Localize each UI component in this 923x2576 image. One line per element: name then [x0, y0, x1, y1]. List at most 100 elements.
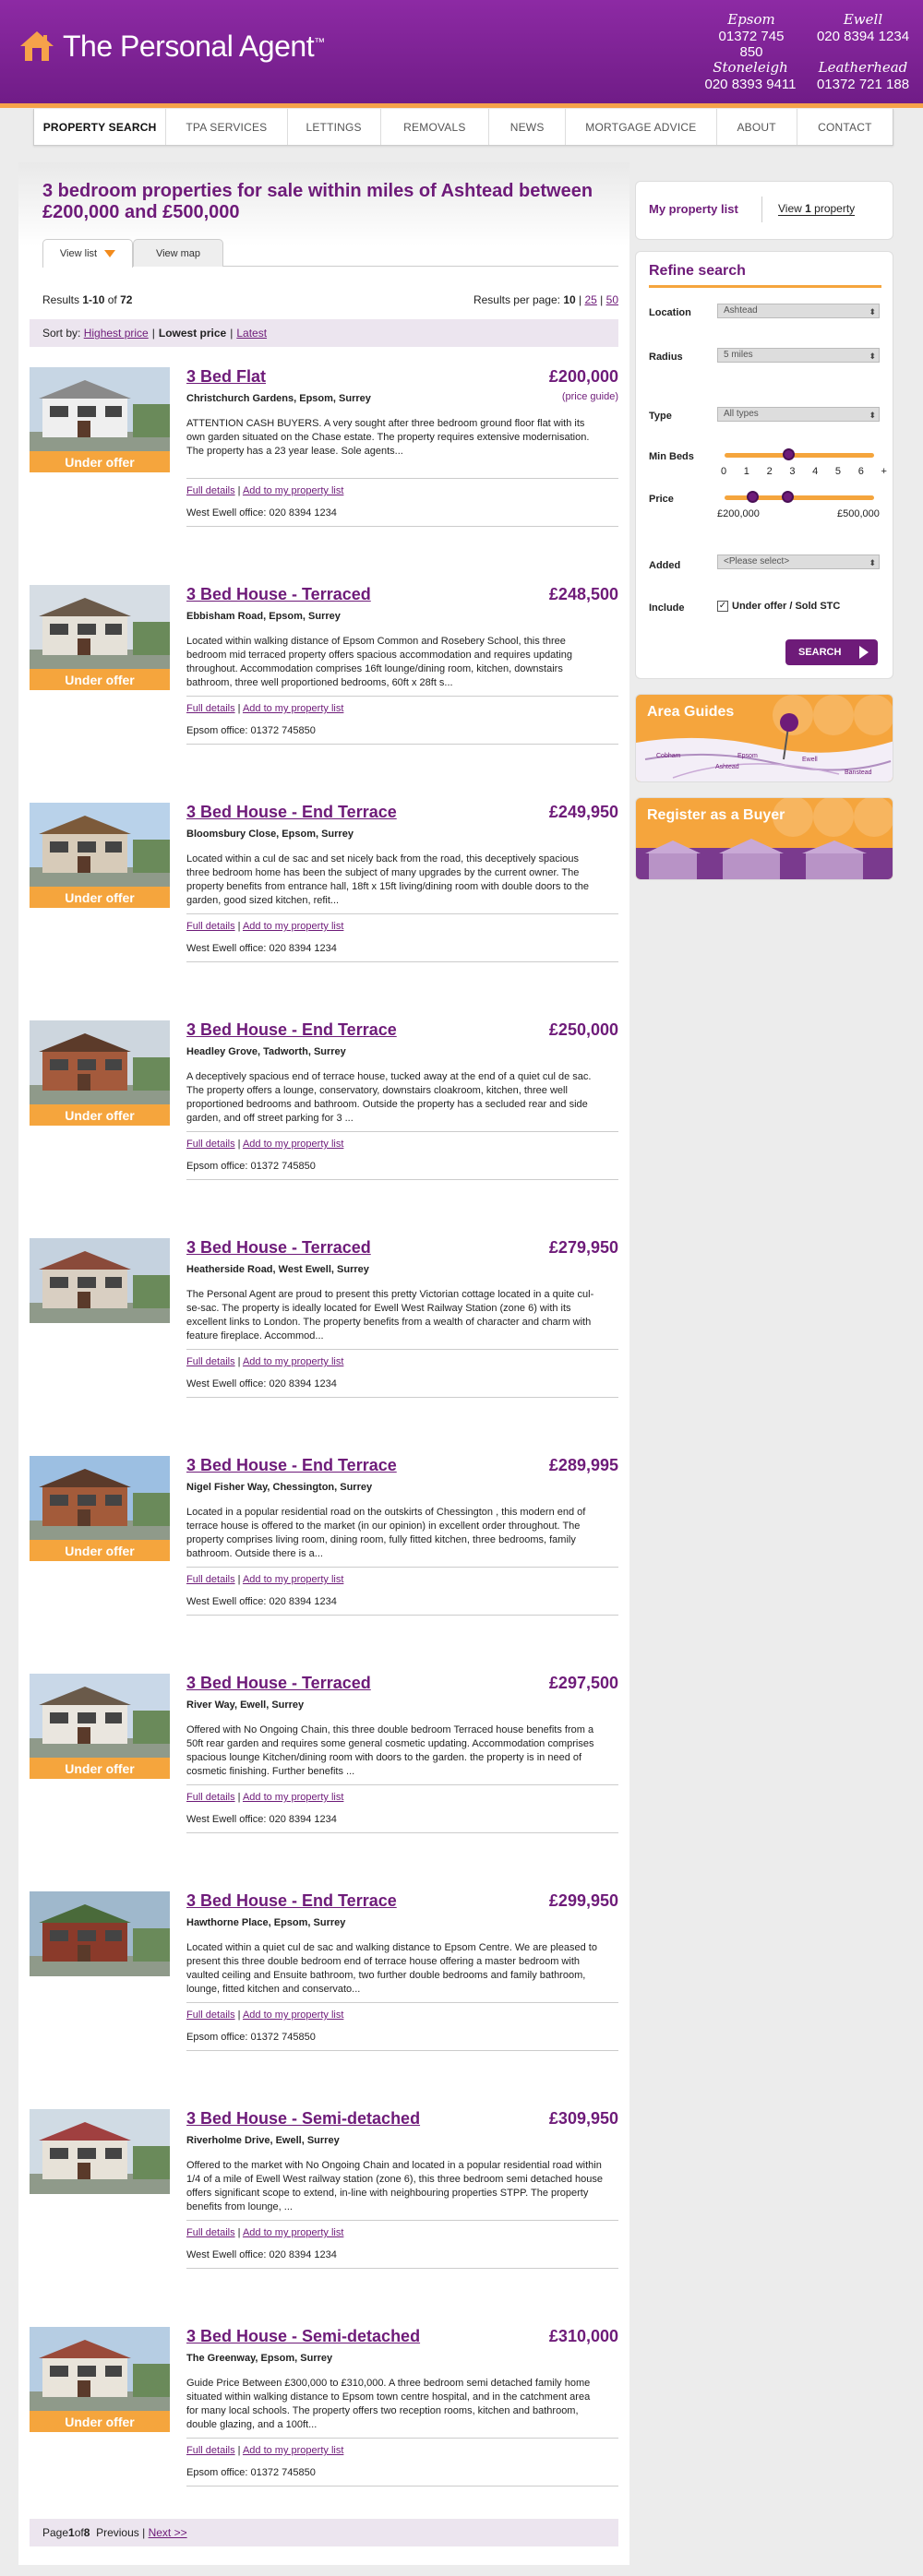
- min-beds-tick: +: [881, 466, 887, 477]
- property-photo[interactable]: Under offer: [30, 367, 170, 472]
- full-details-link[interactable]: Full details: [186, 1792, 235, 1803]
- my-property-list-title[interactable]: My property list: [649, 202, 738, 216]
- radius-select[interactable]: 5 miles ⬍: [717, 348, 880, 363]
- under-offer-checkbox[interactable]: ✓: [717, 601, 728, 612]
- full-details-link[interactable]: Full details: [186, 703, 235, 714]
- tab-view-list[interactable]: View list: [42, 239, 133, 268]
- nav-property-search[interactable]: PROPERTY SEARCH: [34, 109, 167, 145]
- nav-about[interactable]: ABOUT: [717, 109, 797, 145]
- nav-removals[interactable]: REMOVALS: [381, 109, 489, 145]
- listing-price: £299,950: [548, 1891, 618, 1910]
- add-to-list-link[interactable]: Add to my property list: [243, 703, 343, 714]
- under-offer-badge: Under offer: [30, 887, 170, 908]
- house-photo-graphic: [30, 1020, 170, 1105]
- min-beds-knob[interactable]: [783, 448, 795, 460]
- house-photo-graphic: [30, 2109, 170, 2194]
- divider: [186, 2486, 618, 2487]
- price-slider[interactable]: [725, 491, 874, 503]
- rpp-label: Results per page:: [473, 293, 564, 306]
- full-details-link[interactable]: Full details: [186, 1139, 235, 1150]
- property-photo[interactable]: Under offer: [30, 1674, 170, 1779]
- link-sep: |: [237, 1574, 241, 1585]
- listing-title-link[interactable]: 3 Bed House - End Terrace: [186, 1891, 397, 1911]
- property-photo[interactable]: Under offer: [30, 1020, 170, 1126]
- pager-prefix: Page: [42, 2526, 69, 2539]
- listing-title-link[interactable]: 3 Bed House - End Terrace: [186, 1020, 397, 1040]
- tab-view-map[interactable]: View map: [133, 239, 223, 267]
- full-details-link[interactable]: Full details: [186, 2445, 235, 2456]
- listing-title-link[interactable]: 3 Bed House - Terraced: [186, 1238, 371, 1258]
- full-details-link[interactable]: Full details: [186, 485, 235, 496]
- listing-title-link[interactable]: 3 Bed House - Semi-detached: [186, 2109, 420, 2129]
- list-count: 1: [805, 202, 811, 215]
- added-select[interactable]: <Please select> ⬍: [717, 555, 880, 569]
- property-photo[interactable]: [30, 2109, 170, 2214]
- nav-tpa-services[interactable]: TPA SERVICES: [166, 109, 288, 145]
- listing-title-link[interactable]: 3 Bed House - End Terrace: [186, 803, 397, 822]
- add-to-list-link[interactable]: Add to my property list: [243, 2227, 343, 2238]
- sort-latest-link[interactable]: Latest: [236, 327, 267, 340]
- results-prefix: Results: [42, 293, 83, 306]
- property-photo[interactable]: Under offer: [30, 1456, 170, 1561]
- nav-lettings[interactable]: LETTINGS: [288, 109, 381, 145]
- nav-contact[interactable]: CONTACT: [797, 109, 893, 145]
- full-details-link[interactable]: Full details: [186, 1574, 235, 1585]
- add-to-list-link[interactable]: Add to my property list: [243, 2010, 343, 2021]
- min-beds-slider[interactable]: [725, 448, 874, 460]
- full-details-link[interactable]: Full details: [186, 1356, 235, 1367]
- add-to-list-link[interactable]: Add to my property list: [243, 1792, 343, 1803]
- logo[interactable]: The Personal Agent™: [18, 26, 325, 66]
- listing-item: Under offer 3 Bed House - End Terrace £2…: [30, 803, 618, 1020]
- listing-title-link[interactable]: 3 Bed House - Terraced: [186, 585, 371, 604]
- view-property-list-link[interactable]: View 1 property: [778, 202, 856, 216]
- under-offer-badge: Under offer: [30, 1540, 170, 1561]
- listing-title-link[interactable]: 3 Bed House - Semi-detached: [186, 2327, 420, 2346]
- house-logo-icon: [18, 28, 55, 65]
- full-details-link[interactable]: Full details: [186, 921, 235, 932]
- type-label: Type: [649, 411, 672, 422]
- rpp-50-link[interactable]: 50: [606, 293, 618, 306]
- property-photo[interactable]: Under offer: [30, 2327, 170, 2432]
- add-to-list-link[interactable]: Add to my property list: [243, 1139, 343, 1150]
- type-select[interactable]: All types ⬍: [717, 407, 880, 422]
- updown-caret-icon: ⬍: [869, 307, 876, 316]
- add-to-list-link[interactable]: Add to my property list: [243, 485, 343, 496]
- rpp-25-link[interactable]: 25: [584, 293, 596, 306]
- add-to-list-link[interactable]: Add to my property list: [243, 921, 343, 932]
- property-photo[interactable]: [30, 1891, 170, 1997]
- price-min-knob[interactable]: [747, 491, 759, 503]
- listing-address: Heatherside Road, West Ewell, Surrey: [186, 1264, 369, 1275]
- min-beds-tick: 2: [766, 466, 773, 477]
- listing-title-link[interactable]: 3 Bed House - End Terrace: [186, 1456, 397, 1475]
- listing-title-link[interactable]: 3 Bed Flat: [186, 367, 266, 387]
- listing-office: Epsom office: 01372 745850: [186, 1161, 316, 1172]
- added-value: <Please select>: [724, 556, 790, 566]
- nav-mortgage-advice[interactable]: MORTGAGE ADVICE: [566, 109, 717, 145]
- divider: [186, 2050, 618, 2051]
- add-to-list-link[interactable]: Add to my property list: [243, 2445, 343, 2456]
- sort-highest-link[interactable]: Highest price: [84, 327, 149, 340]
- listing-price: £279,950: [548, 1238, 618, 1257]
- listing-links: Full details | Add to my property list: [186, 1356, 343, 1367]
- full-details-link[interactable]: Full details: [186, 2227, 235, 2238]
- full-details-link[interactable]: Full details: [186, 2010, 235, 2021]
- listing-office: Epsom office: 01372 745850: [186, 2467, 316, 2478]
- area-guides-promo[interactable]: Epsom Ashtead Ewell Cobham Banstead Area…: [635, 694, 893, 782]
- pager-next-link[interactable]: Next >>: [149, 2526, 187, 2539]
- add-to-list-link[interactable]: Add to my property list: [243, 1574, 343, 1585]
- property-photo[interactable]: Under offer: [30, 803, 170, 908]
- register-buyer-promo[interactable]: Register as a Buyer: [635, 797, 893, 880]
- property-photo[interactable]: [30, 1238, 170, 1343]
- search-button[interactable]: SEARCH: [785, 639, 878, 665]
- listing-description: Guide Price Between £300,000 to £310,000…: [186, 2378, 591, 2430]
- add-to-list-link[interactable]: Add to my property list: [243, 1356, 343, 1367]
- sort-bar: Sort by: Highest price | Lowest price | La…: [30, 319, 618, 347]
- location-select[interactable]: Ashtead ⬍: [717, 304, 880, 318]
- listing-title-link[interactable]: 3 Bed House - Terraced: [186, 1674, 371, 1693]
- house-photo-graphic: [30, 803, 170, 888]
- property-photo[interactable]: Under offer: [30, 585, 170, 690]
- price-max-knob[interactable]: [782, 491, 794, 503]
- nav-news[interactable]: NEWS: [489, 109, 567, 145]
- results-of: of: [104, 293, 121, 306]
- listing-links: Full details | Add to my property list: [186, 2010, 343, 2021]
